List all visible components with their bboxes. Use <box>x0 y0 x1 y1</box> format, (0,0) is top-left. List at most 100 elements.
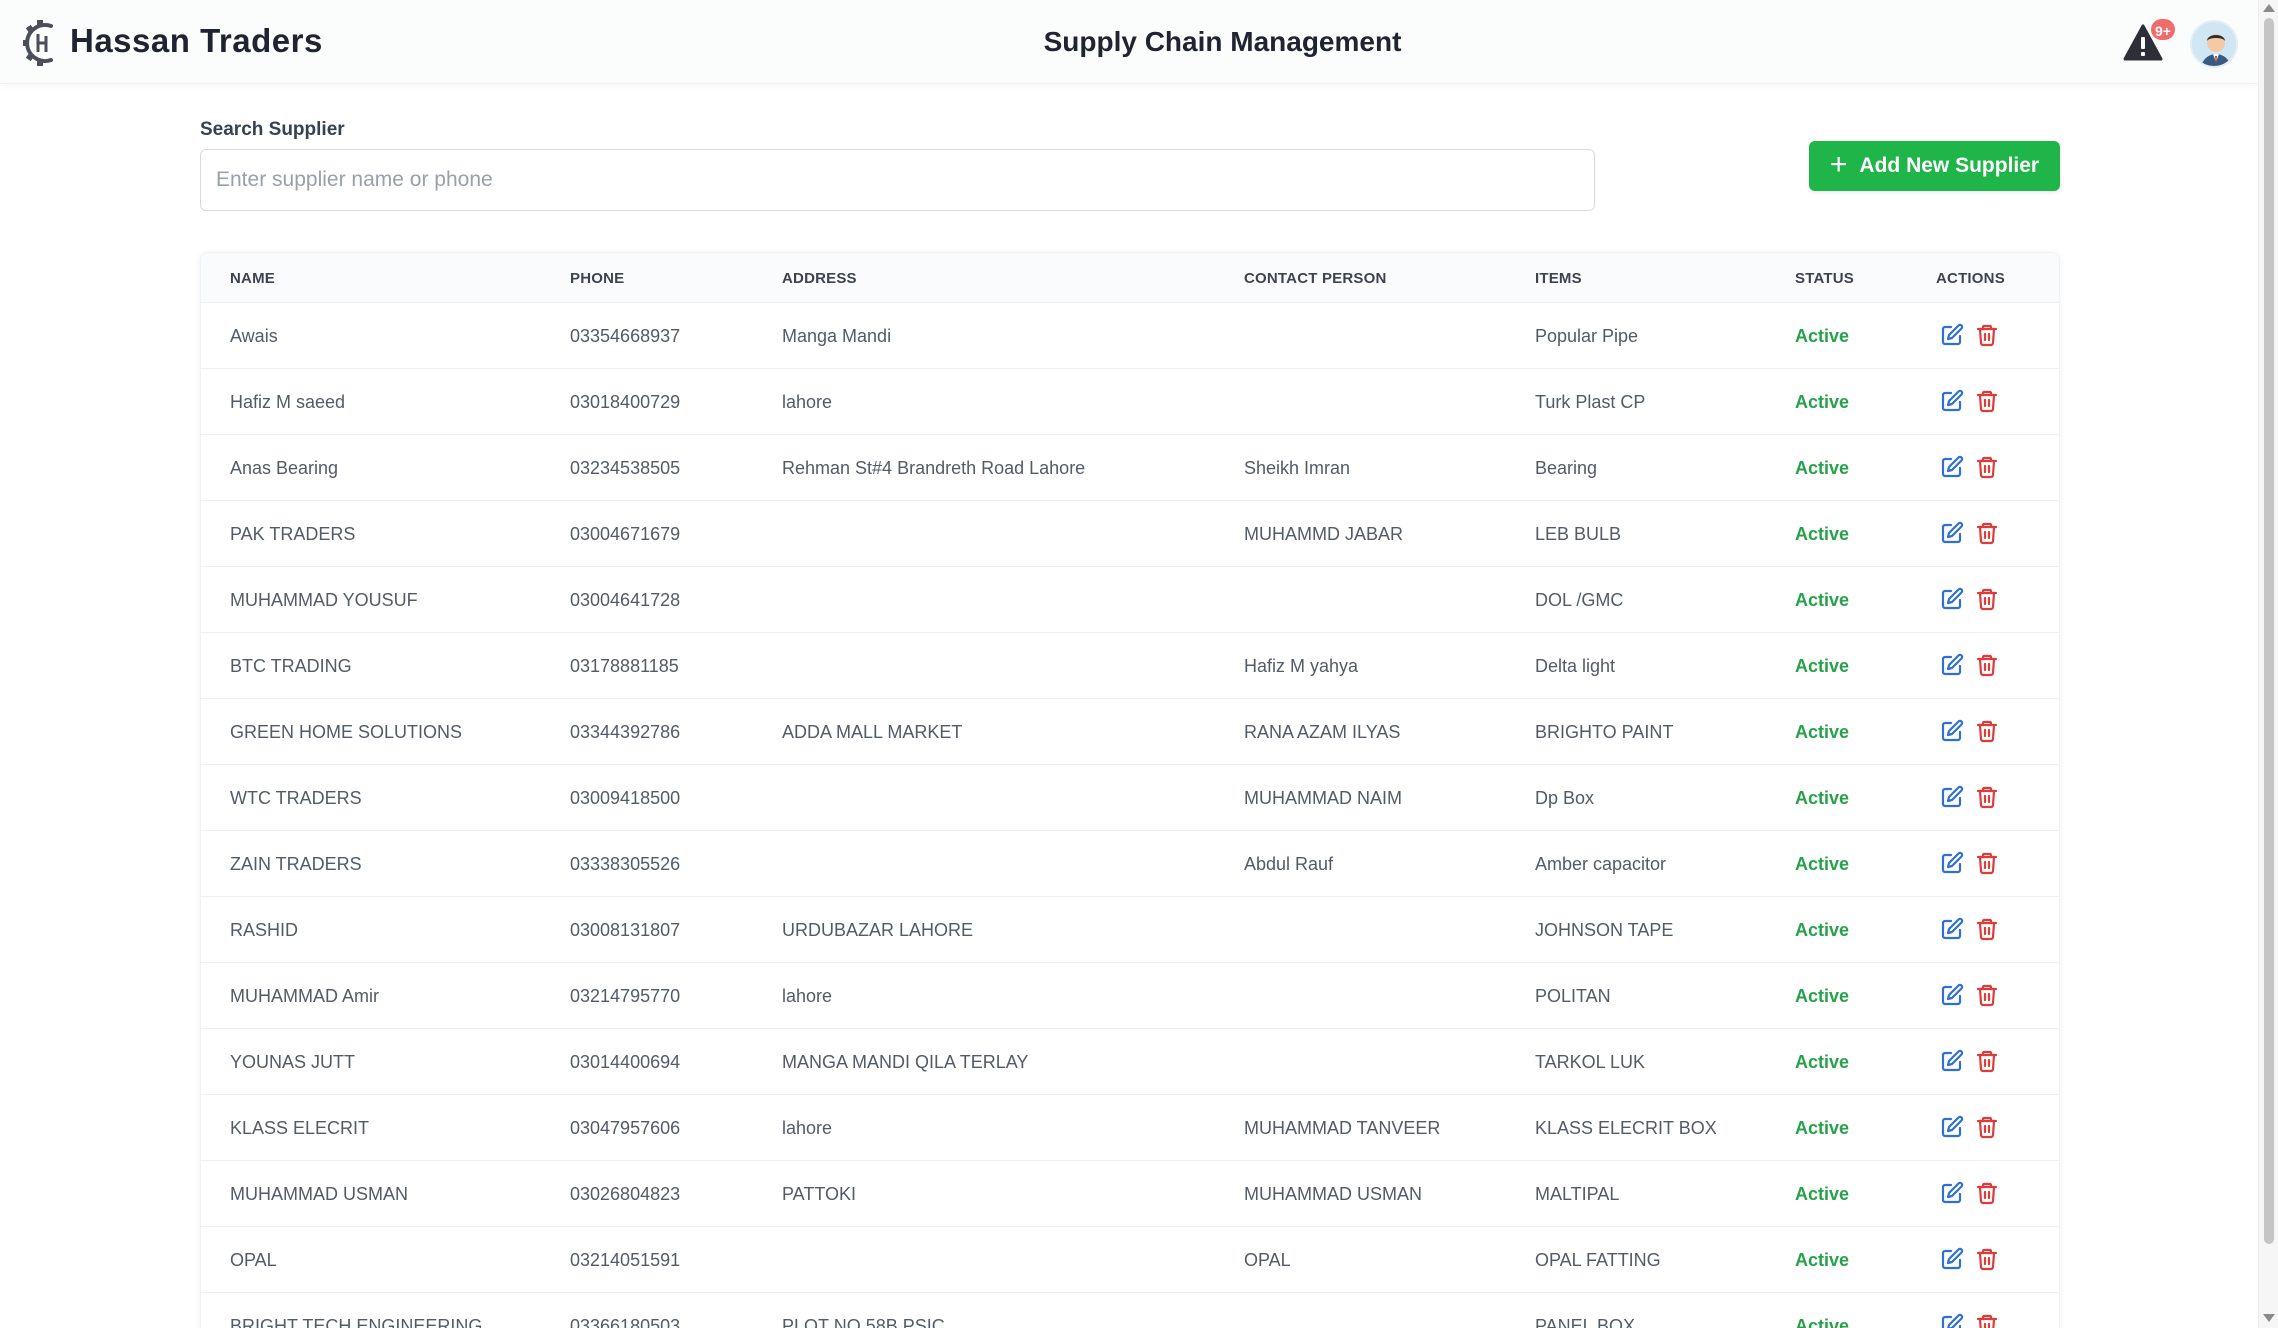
table-row[interactable]: Anas Bearing 03234538505 Rehman St#4 Brand… <box>201 435 2059 501</box>
delete-icon[interactable] <box>1975 917 1999 941</box>
edit-icon[interactable] <box>1940 1115 1964 1139</box>
cell-phone: 03014400694 <box>570 1052 681 1072</box>
plus-icon: + <box>1829 147 1848 181</box>
cell-address: lahore <box>782 986 833 1006</box>
table-row[interactable]: OPAL 03214051591 OPAL OPAL FATTING Active <box>201 1227 2059 1293</box>
delete-icon[interactable] <box>1975 521 1999 545</box>
add-supplier-button[interactable]: + Add New Supplier <box>1809 141 2060 191</box>
table-row[interactable]: YOUNAS JUTT 03014400694 MANGA MANDI QILA T… <box>201 1029 2059 1095</box>
table-header: NAME PHONE ADDRESS CONTACT PERSON ITEMS … <box>201 253 2059 303</box>
delete-icon[interactable] <box>1975 1181 1999 1205</box>
edit-icon[interactable] <box>1940 1181 1964 1205</box>
status-badge: Active <box>1795 986 1850 1006</box>
column-header-status: STATUS <box>1795 270 1854 287</box>
cell-address: lahore <box>782 1118 833 1138</box>
table-row[interactable]: BTC TRADING 03178881185 Hafiz M yahya Delta… <box>201 633 2059 699</box>
cell-items: Delta light <box>1535 656 1616 676</box>
cell-phone: 03178881185 <box>570 656 679 676</box>
cell-contact-person: MUHAMMAD USMAN <box>1244 1184 1422 1204</box>
edit-icon[interactable] <box>1940 719 1964 743</box>
edit-icon[interactable] <box>1940 389 1964 413</box>
notification-badge[interactable]: 9+ <box>2149 17 2177 42</box>
scroll-down-icon[interactable] <box>2263 1314 2275 1322</box>
table-row[interactable]: GREEN HOME SOLUTIONS 03344392786 ADDA MALL… <box>201 699 2059 765</box>
delete-icon[interactable] <box>1975 785 1999 809</box>
table-row[interactable]: KLASS ELECRIT 03047957606 lahore MUHAMMAD T… <box>201 1095 2059 1161</box>
table-row[interactable]: MUHAMMAD Amir 03214795770 lahore POLITAN Act… <box>201 963 2059 1029</box>
cell-name: PAK TRADERS <box>230 524 356 544</box>
logo-icon <box>23 20 53 66</box>
delete-icon[interactable] <box>1975 1049 1999 1073</box>
cell-items: Bearing <box>1535 458 1598 478</box>
status-badge: Active <box>1795 920 1850 940</box>
search-input[interactable] <box>200 149 1595 211</box>
cell-name: MUHAMMAD YOUSUF <box>230 590 418 610</box>
cell-items: MALTIPAL <box>1535 1184 1620 1204</box>
status-badge: Active <box>1795 524 1850 544</box>
edit-icon[interactable] <box>1940 785 1964 809</box>
delete-icon[interactable] <box>1975 983 1999 1007</box>
edit-icon[interactable] <box>1940 1049 1964 1073</box>
cell-phone: 03026804823 <box>570 1184 681 1204</box>
edit-icon[interactable] <box>1940 851 1964 875</box>
edit-icon[interactable] <box>1940 1313 1964 1328</box>
edit-icon[interactable] <box>1940 323 1964 347</box>
cell-phone: 03344392786 <box>570 722 681 742</box>
delete-icon[interactable] <box>1975 455 1999 479</box>
table-row[interactable]: RASHID 03008131807 URDUBAZAR LAHORE JOHNSON… <box>201 897 2059 963</box>
cell-items: Turk Plast CP <box>1535 392 1646 412</box>
delete-icon[interactable] <box>1975 389 1999 413</box>
cell-address: lahore <box>782 392 833 412</box>
cell-phone: 03008131807 <box>570 920 681 940</box>
cell-phone: 03009418500 <box>570 788 681 808</box>
table-row[interactable]: Hafiz M saeed 03018400729 lahore Turk Plast… <box>201 369 2059 435</box>
delete-icon[interactable] <box>1975 1247 1999 1271</box>
cell-address: PLOT NO 58B PSIC <box>782 1316 945 1328</box>
table-row[interactable]: PAK TRADERS 03004671679 MUHAMMD JABAR LEB B… <box>201 501 2059 567</box>
page-scrollbar[interactable] <box>2258 0 2278 1328</box>
status-badge: Active <box>1795 1316 1850 1328</box>
status-badge: Active <box>1795 392 1850 412</box>
avatar-icon <box>2192 22 2236 66</box>
delete-icon[interactable] <box>1975 323 1999 347</box>
status-badge: Active <box>1795 722 1850 742</box>
delete-icon[interactable] <box>1975 1313 1999 1328</box>
edit-icon[interactable] <box>1940 917 1964 941</box>
user-avatar[interactable] <box>2190 20 2238 68</box>
table-row[interactable]: Awais 03354668937 Manga Mandi Popular Pipe A… <box>201 303 2059 369</box>
table-row[interactable]: WTC TRADERS 03009418500 MUHAMMAD NAIM Dp Bo… <box>201 765 2059 831</box>
edit-icon[interactable] <box>1940 521 1964 545</box>
cell-contact-person: MUHAMMAD NAIM <box>1244 788 1402 808</box>
delete-icon[interactable] <box>1975 719 1999 743</box>
cell-items: KLASS ELECRIT BOX <box>1535 1118 1717 1138</box>
table-row[interactable]: MUHAMMAD USMAN 03026804823 PATTOKI MUHAMMAD… <box>201 1161 2059 1227</box>
table-row[interactable]: ZAIN TRADERS 03338305526 Abdul Rauf Amber c… <box>201 831 2059 897</box>
edit-icon[interactable] <box>1940 983 1964 1007</box>
edit-icon[interactable] <box>1940 1247 1964 1271</box>
cell-address: ADDA MALL MARKET <box>782 722 963 742</box>
table-row[interactable]: MUHAMMAD YOUSUF 03004641728 DOL /GMC Active <box>201 567 2059 633</box>
column-header-contact-person: CONTACT PERSON <box>1244 270 1387 287</box>
delete-icon[interactable] <box>1975 1115 1999 1139</box>
edit-icon[interactable] <box>1940 653 1964 677</box>
cell-phone: 03004641728 <box>570 590 681 610</box>
cell-name: Awais <box>230 326 278 346</box>
delete-icon[interactable] <box>1975 587 1999 611</box>
scroll-up-icon[interactable] <box>2263 4 2275 12</box>
delete-icon[interactable] <box>1975 653 1999 677</box>
edit-icon[interactable] <box>1940 587 1964 611</box>
cell-items: POLITAN <box>1535 986 1611 1006</box>
cell-address: Rehman St#4 Brandreth Road Lahore <box>782 458 1086 478</box>
cell-contact-person: Hafiz M yahya <box>1244 656 1359 676</box>
cell-phone: 03234538505 <box>570 458 681 478</box>
edit-icon[interactable] <box>1940 455 1964 479</box>
cell-name: KLASS ELECRIT <box>230 1118 370 1138</box>
cell-phone: 03047957606 <box>570 1118 681 1138</box>
delete-icon[interactable] <box>1975 851 1999 875</box>
scroll-thumb[interactable] <box>2264 18 2274 1244</box>
cell-name: RASHID <box>230 920 299 940</box>
cell-address: MANGA MANDI QILA TERLAY <box>782 1052 1029 1072</box>
status-badge: Active <box>1795 1052 1850 1072</box>
suppliers-table: NAME PHONE ADDRESS CONTACT PERSON ITEMS … <box>200 252 2060 1328</box>
table-row[interactable]: BRIGHT TECH ENGINEERING 03366180503 PLOT N… <box>201 1293 2059 1328</box>
